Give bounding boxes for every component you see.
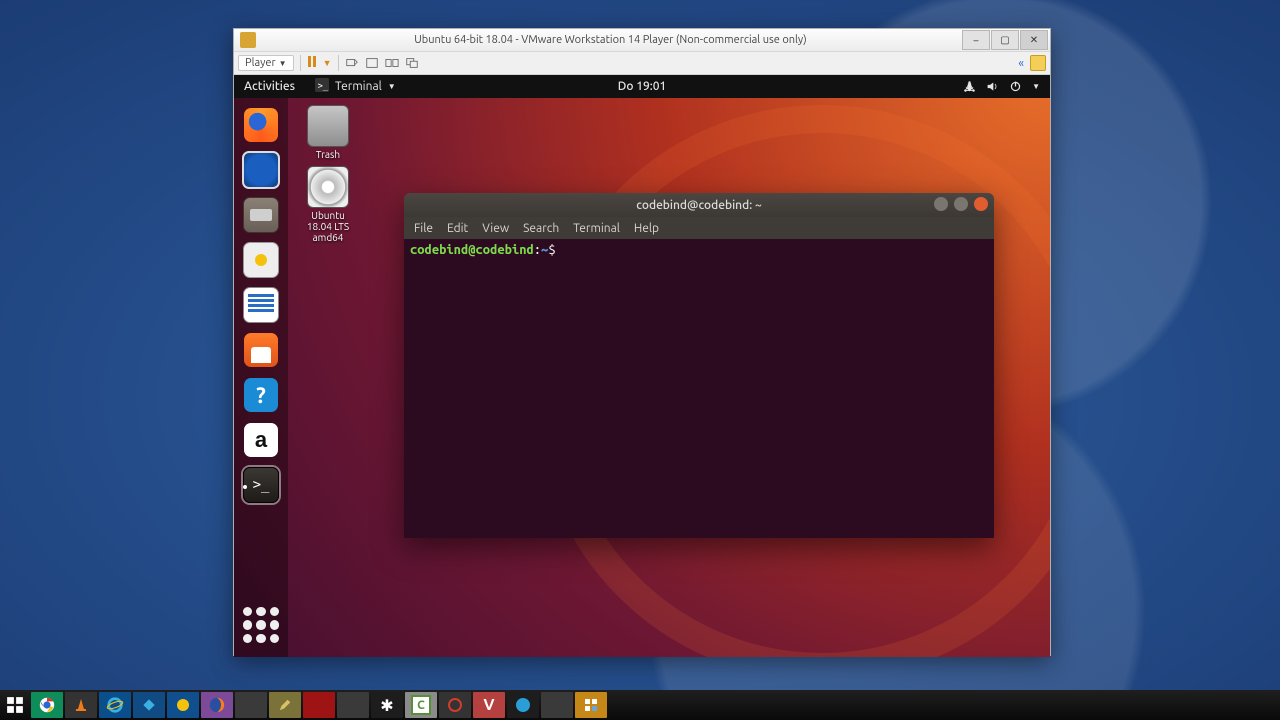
terminal-menu-view[interactable]: View: [482, 222, 509, 235]
taskbar-firefox[interactable]: [201, 692, 233, 718]
terminal-body[interactable]: codebind@codebind:~$: [404, 239, 994, 538]
chevron-down-icon: ▼: [1032, 82, 1040, 91]
terminal-close-button[interactable]: [974, 197, 988, 211]
taskbar-vlc[interactable]: [65, 692, 97, 718]
taskbar-app-7[interactable]: ✱: [371, 692, 403, 718]
app-menu[interactable]: >_ Terminal ▼: [315, 78, 396, 95]
close-button[interactable]: ✕: [1020, 30, 1048, 50]
vmware-toolbar: Player ▼ ▼ «: [234, 52, 1050, 75]
volume-icon: [986, 80, 999, 93]
show-applications-button[interactable]: [237, 601, 285, 649]
taskbar-app-2[interactable]: [167, 692, 199, 718]
maximize-button[interactable]: ▢: [991, 30, 1019, 50]
terminal-menu-help[interactable]: Help: [634, 222, 659, 235]
terminal-minimize-button[interactable]: [934, 197, 948, 211]
chevron-down-icon: ▼: [279, 59, 287, 68]
terminal-menu-search[interactable]: Search: [523, 222, 559, 235]
vmware-titlebar[interactable]: Ubuntu 64-bit 18.04 - VMware Workstation…: [234, 29, 1050, 52]
ubuntu-desktop[interactable]: Activities >_ Terminal ▼ Do 19:01 ▼: [234, 75, 1050, 657]
windows-taskbar: ✱ C V: [0, 690, 1280, 720]
chevron-down-icon: ▼: [388, 82, 396, 91]
toolbar-chevron-icon[interactable]: ▼: [323, 58, 332, 68]
taskbar-app-10[interactable]: [541, 692, 573, 718]
prompt-user-host: codebind@codebind: [410, 243, 534, 257]
player-menu[interactable]: Player ▼: [238, 55, 294, 71]
taskbar-ie[interactable]: [99, 692, 131, 718]
terminal-maximize-button[interactable]: [954, 197, 968, 211]
send-ctrl-alt-del-icon[interactable]: [345, 56, 359, 70]
taskbar-chrome[interactable]: [31, 692, 63, 718]
toolbar-collapse-icon[interactable]: «: [1018, 57, 1024, 70]
taskbar-app-1[interactable]: [133, 692, 165, 718]
ubuntu-dock: ? a >_: [234, 98, 288, 657]
terminal-menu-file[interactable]: File: [414, 222, 433, 235]
dock-ubuntu-software[interactable]: [240, 329, 282, 371]
terminal-menubar: File Edit View Search Terminal Help: [404, 217, 994, 239]
taskbar-app-9[interactable]: [507, 692, 539, 718]
dock-help[interactable]: ?: [240, 374, 282, 416]
activities-button[interactable]: Activities: [244, 80, 295, 93]
trash-icon: [307, 105, 349, 147]
taskbar-app-3[interactable]: [235, 692, 267, 718]
fullscreen-enter-icon[interactable]: [365, 56, 379, 70]
gnome-terminal-window[interactable]: codebind@codebind: ~ File Edit View Sear…: [404, 193, 994, 538]
terminal-menu-terminal[interactable]: Terminal: [573, 222, 620, 235]
dock-amazon[interactable]: a: [240, 419, 282, 461]
power-icon: [1009, 80, 1022, 93]
terminal-titlebar[interactable]: codebind@codebind: ~: [404, 193, 994, 217]
vmware-title-text: Ubuntu 64-bit 18.04 - VMware Workstation…: [260, 34, 961, 46]
dock-libreoffice-writer[interactable]: [240, 284, 282, 326]
taskbar-app-6[interactable]: [337, 692, 369, 718]
taskbar-app-5[interactable]: [303, 692, 335, 718]
desktop-icons: Trash Ubuntu 18.04 LTS amd64: [298, 105, 358, 243]
svg-text:>_: >_: [318, 82, 329, 92]
taskbar-app-8[interactable]: [439, 692, 471, 718]
unity-mode-icon[interactable]: [385, 56, 399, 70]
taskbar-app-4[interactable]: [269, 692, 301, 718]
desktop-ubuntu-disc[interactable]: Ubuntu 18.04 LTS amd64: [298, 166, 358, 243]
taskbar-vivaldi[interactable]: V: [473, 692, 505, 718]
terminal-menu-edit[interactable]: Edit: [447, 222, 468, 235]
dock-thunderbird[interactable]: [240, 149, 282, 191]
dock-files[interactable]: [240, 194, 282, 236]
vmware-player-window: Ubuntu 64-bit 18.04 - VMware Workstation…: [233, 28, 1051, 656]
taskbar-camtasia[interactable]: C: [405, 692, 437, 718]
start-button[interactable]: [0, 690, 30, 720]
taskbar-vmware[interactable]: [575, 692, 607, 718]
clock[interactable]: Do 19:01: [618, 80, 667, 93]
terminal-menu-icon: >_: [315, 78, 329, 95]
toolbar-right-icon[interactable]: [1030, 55, 1046, 71]
system-status-area[interactable]: ▼: [963, 80, 1040, 93]
dock-terminal[interactable]: >_: [240, 464, 282, 506]
desktop-trash[interactable]: Trash: [298, 105, 358, 160]
dock-firefox[interactable]: [240, 104, 282, 146]
network-icon: [963, 80, 976, 93]
minimize-button[interactable]: –: [962, 30, 990, 50]
cycle-multiple-monitors-icon[interactable]: [405, 56, 419, 70]
dock-rhythmbox[interactable]: [240, 239, 282, 281]
gnome-top-bar: Activities >_ Terminal ▼ Do 19:01 ▼: [234, 75, 1050, 98]
pause-icon[interactable]: [307, 56, 317, 70]
vmware-app-icon: [240, 32, 256, 48]
dvd-icon: [307, 166, 349, 208]
windows-desktop: Ubuntu 64-bit 18.04 - VMware Workstation…: [0, 0, 1280, 720]
